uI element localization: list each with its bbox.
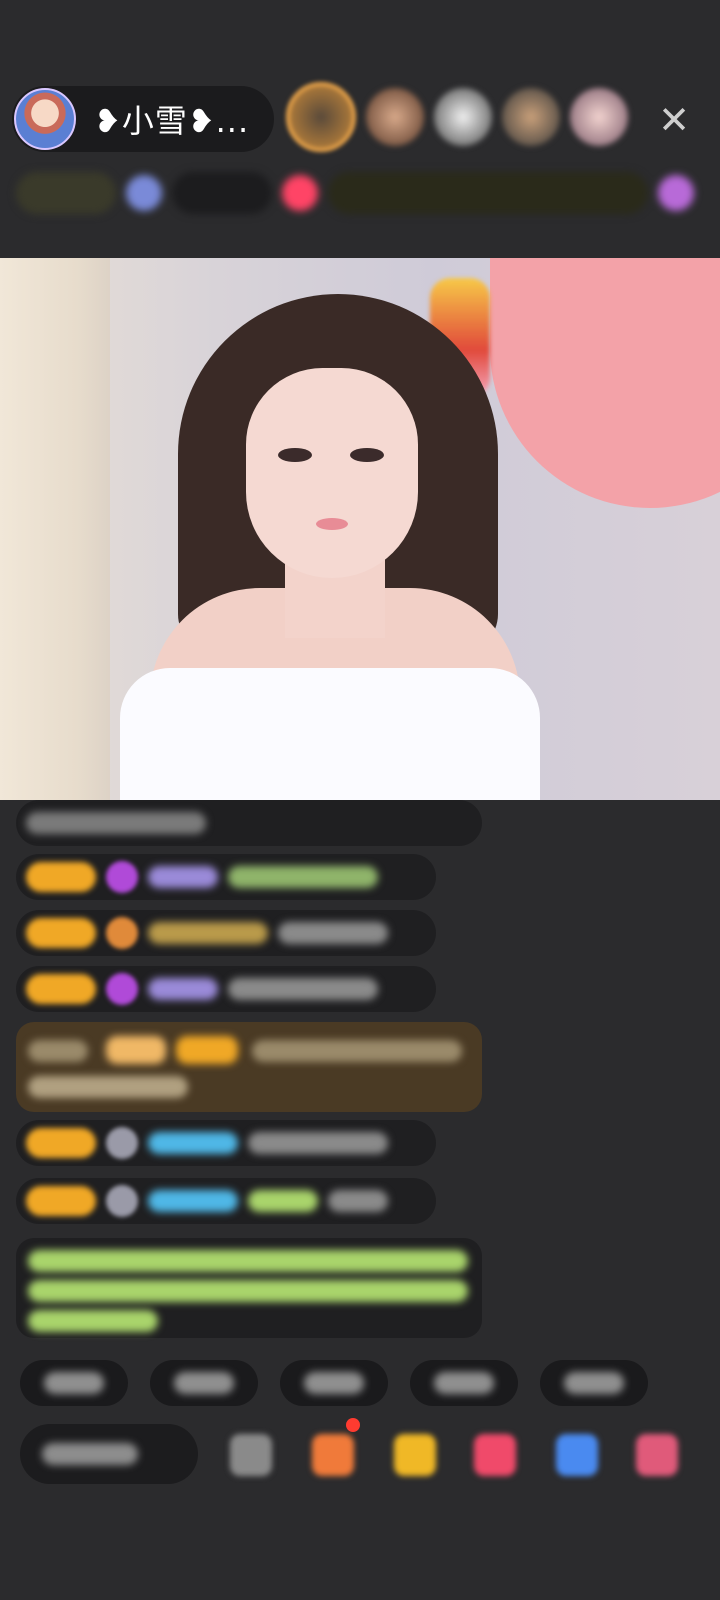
chat-message[interactable] — [16, 1178, 436, 1224]
activity-banner[interactable] — [328, 172, 648, 214]
hot-icon[interactable] — [282, 175, 318, 211]
quick-reply-row — [20, 1360, 648, 1406]
chat-username — [28, 1040, 88, 1062]
pill-label — [44, 1372, 104, 1394]
heart-icon[interactable] — [474, 1434, 516, 1476]
streamer-eye — [278, 448, 312, 462]
viewer-avatar[interactable] — [366, 88, 424, 146]
pill-label — [174, 1372, 234, 1394]
quick-reply-pill[interactable] — [20, 1360, 128, 1406]
rank-icon[interactable] — [126, 175, 162, 211]
share-icon[interactable] — [230, 1434, 272, 1476]
chat-text — [28, 1076, 188, 1098]
chat-text — [26, 812, 206, 834]
gold-badge — [176, 1036, 238, 1064]
chat-text — [328, 1190, 388, 1212]
host-name: ❥小雪❥... — [94, 102, 250, 140]
chat-username — [148, 1190, 238, 1212]
diamond-icon — [106, 973, 138, 1005]
highlighted-chat-message[interactable] — [16, 1022, 482, 1112]
chat-input[interactable] — [20, 1424, 198, 1484]
chat-message[interactable] — [16, 910, 436, 956]
bottom-action-bar — [0, 1424, 720, 1486]
quick-reply-pill[interactable] — [540, 1360, 648, 1406]
event-icon[interactable] — [658, 175, 694, 211]
chat-username — [148, 922, 268, 944]
viewer-avatar[interactable] — [502, 88, 560, 146]
pill-label — [564, 1372, 624, 1394]
chat-username — [148, 866, 218, 888]
chat-message[interactable] — [16, 1120, 436, 1166]
streamer-face — [246, 368, 418, 578]
chat-text — [248, 1132, 388, 1154]
streamer-top — [120, 668, 540, 800]
quick-reply-pill[interactable] — [280, 1360, 388, 1406]
user-icon — [106, 1185, 138, 1217]
fan-badge — [26, 862, 96, 892]
chat-text — [252, 1040, 462, 1062]
user-icon — [106, 1127, 138, 1159]
notification-dot — [346, 1418, 360, 1432]
quick-reply-pill[interactable] — [150, 1360, 258, 1406]
rank-info[interactable] — [172, 172, 272, 214]
chat-message[interactable] — [16, 800, 482, 846]
quick-reply-pill[interactable] — [410, 1360, 518, 1406]
treasure-icon[interactable] — [394, 1434, 436, 1476]
streamer-lips — [316, 518, 348, 530]
chat-username — [148, 1132, 238, 1154]
status-row — [16, 170, 706, 216]
close-icon[interactable]: ✕ — [652, 98, 696, 142]
notice-text — [28, 1280, 468, 1302]
chat-text — [228, 866, 378, 888]
more-icon[interactable] — [636, 1434, 678, 1476]
vip-badge — [106, 1036, 166, 1064]
viewer-avatar[interactable] — [286, 82, 356, 152]
chat-text — [248, 1190, 318, 1212]
live-video[interactable] — [0, 258, 720, 800]
chat-message[interactable] — [16, 966, 436, 1012]
chat-username — [148, 978, 218, 1000]
chat-text — [278, 922, 388, 944]
streamer-eye — [350, 448, 384, 462]
medal-icon — [106, 917, 138, 949]
game-icon[interactable] — [556, 1434, 598, 1476]
pill-label — [304, 1372, 364, 1394]
pill-label — [434, 1372, 494, 1394]
gift-box-icon[interactable] — [312, 1434, 354, 1476]
chat-message[interactable] — [16, 854, 436, 900]
fan-badge — [26, 974, 96, 1004]
host-info-pill[interactable]: ❥小雪❥... — [12, 86, 274, 152]
notice-text — [28, 1250, 468, 1272]
viewer-avatar[interactable] — [434, 88, 492, 146]
curtain — [0, 258, 110, 800]
system-notice — [16, 1238, 482, 1338]
level-badge[interactable] — [16, 172, 116, 214]
fan-badge — [26, 1186, 96, 1216]
top-viewers-list — [286, 82, 628, 152]
notice-text — [28, 1310, 158, 1332]
host-avatar[interactable] — [14, 88, 76, 150]
chat-input-placeholder — [42, 1443, 138, 1465]
fan-badge — [26, 1128, 96, 1158]
diamond-icon — [106, 861, 138, 893]
chat-text — [228, 978, 378, 1000]
fan-badge — [26, 918, 96, 948]
viewer-avatar[interactable] — [570, 88, 628, 146]
